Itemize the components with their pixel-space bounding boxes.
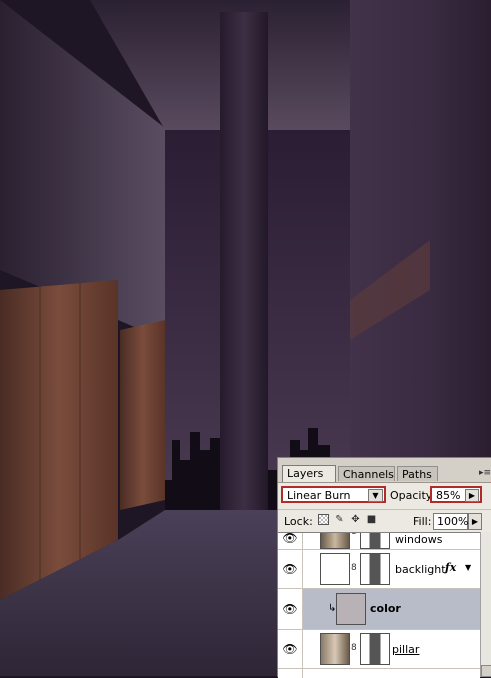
- layers-list: 👁 8 windows 👁 8 backlight fx ▼ 👁 ↳ color: [278, 532, 480, 678]
- layer-row-color[interactable]: 👁 ↳ color: [278, 589, 480, 630]
- link-icon: 8: [351, 563, 357, 573]
- lock-transparent-icon[interactable]: [318, 514, 329, 525]
- eye-icon[interactable]: 👁: [280, 533, 300, 545]
- lock-move-icon[interactable]: ✥: [350, 514, 361, 525]
- tab-channels[interactable]: Channels: [338, 466, 395, 481]
- layer-mask-thumbnail[interactable]: [360, 533, 390, 549]
- lock-all-icon[interactable]: ■: [366, 514, 377, 525]
- opacity-slider-arrow-icon[interactable]: ▶: [465, 489, 479, 502]
- blend-mode-value: Linear Burn: [287, 489, 351, 502]
- tab-paths[interactable]: Paths: [397, 466, 438, 481]
- layer-thumbnail[interactable]: [320, 633, 350, 665]
- panel-tabs: Layers Channels Paths ▸≡: [278, 458, 491, 482]
- fx-icon[interactable]: fx: [445, 561, 456, 574]
- layer-thumbnail[interactable]: [320, 553, 350, 585]
- layer-row-backlight[interactable]: 👁 8 backlight fx ▼: [278, 550, 480, 589]
- layer-name: backlight: [395, 563, 446, 576]
- eye-icon[interactable]: 👁: [280, 642, 300, 656]
- lock-label: Lock:: [284, 515, 313, 528]
- link-icon: 8: [351, 643, 357, 653]
- opacity-label: Opacity:: [390, 489, 436, 502]
- layer-name: pillar: [392, 643, 420, 656]
- tab-channels-label: Channels: [343, 468, 394, 481]
- blend-mode-dropdown[interactable]: Linear Burn ▼: [281, 486, 386, 503]
- layer-row-windows[interactable]: 👁 8 windows: [278, 532, 480, 550]
- layer-name: windows: [395, 533, 443, 546]
- opacity-field[interactable]: 85% ▶: [430, 486, 482, 503]
- tab-paths-label: Paths: [402, 468, 432, 481]
- layer-thumbnail[interactable]: [320, 533, 350, 549]
- fill-label: Fill:: [413, 515, 432, 528]
- expand-arrow-icon[interactable]: ▼: [465, 563, 471, 572]
- layer-thumbnail[interactable]: [336, 593, 366, 625]
- fill-slider-arrow-icon[interactable]: ▶: [468, 513, 482, 530]
- layer-mask-thumbnail[interactable]: [360, 633, 390, 665]
- lock-fill-row: Lock: ✎ ✥ ■ Fill: 100% ▶: [278, 509, 491, 532]
- layer-name: color: [370, 602, 401, 615]
- layer-mask-thumbnail[interactable]: [360, 553, 390, 585]
- tab-layers[interactable]: Layers: [282, 465, 336, 482]
- layers-panel: Layers Channels Paths ▸≡ Linear Burn ▼ O…: [277, 457, 491, 678]
- scroll-down-button[interactable]: [481, 665, 491, 677]
- layers-scrollbar[interactable]: [480, 532, 491, 677]
- eye-icon[interactable]: 👁: [280, 602, 300, 616]
- layer-row-pillar[interactable]: 👁 8 pillar: [278, 630, 480, 669]
- panel-menu-icon[interactable]: ▸≡: [479, 468, 491, 478]
- blend-opacity-row: Linear Burn ▼ Opacity: 85% ▶: [278, 482, 491, 509]
- eye-icon[interactable]: 👁: [280, 562, 300, 576]
- fill-field[interactable]: 100%: [433, 513, 468, 530]
- layer-row-partial[interactable]: [278, 669, 480, 678]
- opacity-value: 85%: [436, 489, 461, 502]
- tab-layers-label: Layers: [287, 467, 324, 480]
- link-icon: 8: [351, 532, 357, 537]
- chevron-down-icon[interactable]: ▼: [368, 489, 383, 502]
- eye-column: [278, 669, 303, 678]
- lock-paint-icon[interactable]: ✎: [334, 514, 345, 525]
- fill-value: 100%: [437, 515, 469, 528]
